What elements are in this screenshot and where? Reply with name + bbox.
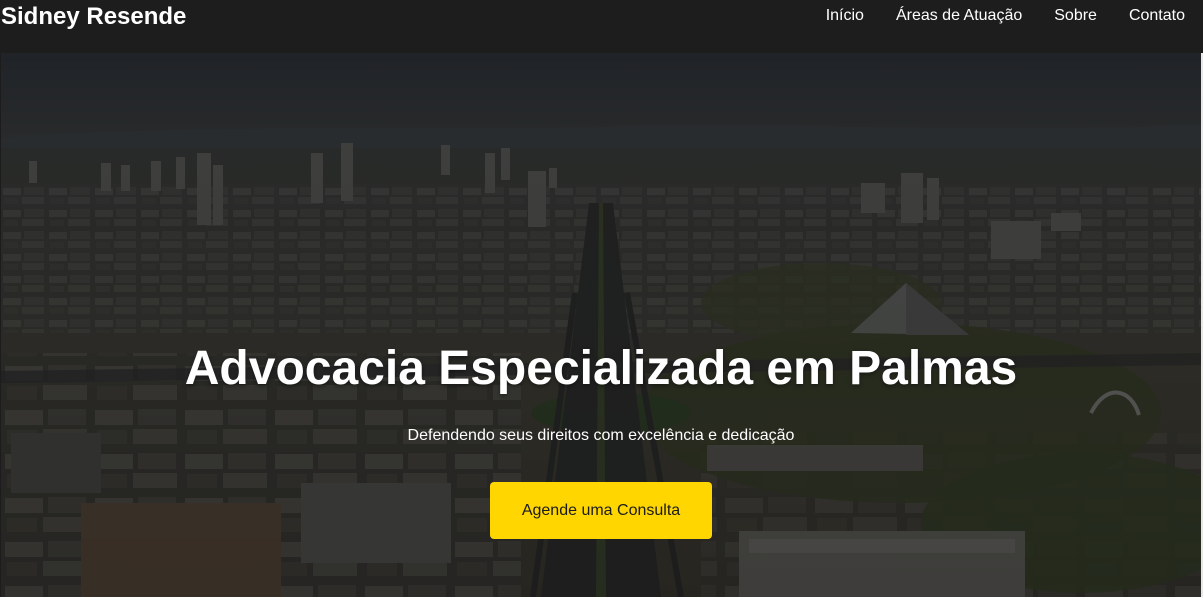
nav-link-contato[interactable]: Contato — [1129, 6, 1185, 26]
nav-link-sobre[interactable]: Sobre — [1054, 6, 1097, 26]
site-header: Sidney Resende Início Áreas de Atuação S… — [0, 0, 1203, 53]
hero-content: Advocacia Especializada em Palmas Defend… — [1, 53, 1201, 597]
hero-subtitle: Defendendo seus direitos com excelência … — [407, 427, 795, 444]
main-nav: Início Áreas de Atuação Sobre Contato — [794, 6, 1185, 26]
schedule-consultation-button[interactable]: Agende uma Consulta — [490, 482, 712, 539]
nav-link-inicio[interactable]: Início — [826, 6, 864, 26]
brand-logo-link[interactable]: Sidney Resende — [1, 3, 186, 31]
hero-section: Advocacia Especializada em Palmas Defend… — [1, 53, 1201, 597]
nav-link-areas-de-atuacao[interactable]: Áreas de Atuação — [896, 6, 1022, 26]
hero-title: Advocacia Especializada em Palmas — [184, 342, 1018, 395]
